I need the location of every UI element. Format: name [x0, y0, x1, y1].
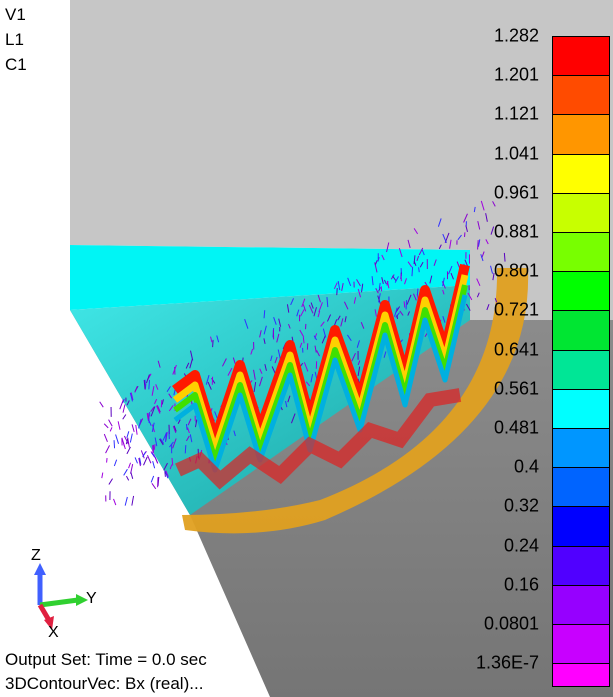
load-label: L1	[5, 30, 24, 49]
vector-arrow	[119, 399, 124, 410]
vector-arrow	[184, 445, 187, 454]
triad-z-label: Z	[31, 547, 41, 564]
output-set-status: Output Set: Time = 0.0 sec	[5, 650, 207, 669]
vector-arrow	[263, 310, 266, 319]
legend-label: 1.36E-7	[475, 652, 539, 673]
legend-label: 0.641	[493, 339, 539, 360]
vector-arrow	[134, 457, 138, 464]
axis-triad	[34, 563, 88, 630]
legend-swatch	[552, 310, 610, 351]
vector-arrow	[403, 301, 406, 308]
legend-label: 0.721	[493, 299, 539, 320]
vector-arrow	[122, 404, 126, 413]
vector-arrow	[148, 379, 150, 390]
vector-arrow	[416, 288, 419, 296]
vector-arrow	[128, 462, 132, 469]
legend-swatch	[552, 114, 610, 155]
legend-swatch	[552, 467, 610, 508]
vector-arrow	[108, 478, 113, 485]
legend-swatch	[552, 584, 610, 625]
vector-arrow	[101, 472, 104, 479]
legend-label: 0.961	[493, 182, 539, 203]
vector-arrow	[164, 471, 166, 477]
vector-arrow	[115, 434, 120, 444]
vector-arrow	[126, 431, 130, 438]
vector-arrow	[151, 483, 157, 490]
legend-label: 1.201	[493, 64, 539, 85]
vector-arrow	[152, 460, 156, 469]
vector-arrow	[171, 457, 174, 466]
vector-arrow	[124, 496, 128, 506]
vector-arrow	[150, 475, 155, 483]
vector-arrow	[123, 468, 128, 476]
legend-swatch	[552, 545, 610, 586]
legend-swatch	[552, 428, 610, 469]
legend-label: 1.041	[493, 143, 539, 164]
vector-arrow	[153, 444, 156, 450]
vector-arrow	[108, 419, 113, 427]
legend-swatch	[552, 663, 610, 688]
contour-legend: 1.282 1.201 1.121 1.041 0.961 0.881 0.801 0.721…	[470, 26, 613, 688]
legend-label: 0.16	[503, 574, 539, 595]
legend-swatch	[552, 624, 610, 665]
legend-swatch	[552, 232, 610, 273]
vector-arrow	[103, 433, 108, 442]
legend-label: 1.121	[493, 103, 539, 124]
legend-label: 0.0801	[483, 613, 539, 634]
legend-swatch	[552, 271, 610, 312]
legend-label: 0.4	[513, 456, 539, 477]
legend-label: 0.561	[493, 378, 539, 399]
vector-arrow	[130, 471, 134, 479]
legend-label: 1.282	[493, 25, 539, 46]
vector-arrow	[122, 414, 127, 420]
vector-arrow	[113, 459, 118, 467]
vector-arrow	[131, 424, 135, 433]
vector-arrow	[131, 495, 135, 506]
vector-arrow	[99, 401, 104, 408]
legend-label: 0.24	[503, 535, 539, 556]
vector-arrow	[109, 427, 113, 432]
vector-arrow	[122, 442, 126, 450]
legend-swatch	[552, 349, 610, 390]
vector-arrow	[212, 339, 214, 348]
legend-label: 0.32	[503, 495, 539, 516]
legend-swatch	[552, 192, 610, 233]
legend-label: 0.481	[493, 417, 539, 438]
vector-arrow	[113, 498, 117, 506]
view-label: V1	[5, 5, 26, 24]
legend-swatch	[552, 153, 610, 194]
vector-arrow	[418, 267, 420, 273]
legend-label: 0.881	[493, 221, 539, 242]
vector-arrow	[126, 475, 130, 481]
legend-label: 0.801	[493, 260, 539, 281]
legend-swatch	[552, 75, 610, 116]
vector-arrow	[105, 445, 110, 454]
triad-y-label: Y	[86, 590, 97, 607]
legend-swatch	[552, 506, 610, 547]
vector-arrow	[135, 424, 138, 435]
vector-arrow	[126, 446, 131, 455]
triad-x-label: X	[48, 624, 59, 641]
contour-status: 3DContourVec: Bx (real)...	[5, 674, 204, 693]
vector-arrow	[103, 423, 109, 429]
vector-arrow	[396, 314, 398, 319]
vector-arrow	[117, 421, 121, 430]
vector-arrow	[146, 455, 152, 464]
vector-arrow	[129, 433, 133, 443]
constraint-label: C1	[5, 55, 27, 74]
vector-arrow	[411, 266, 414, 277]
legend-swatch	[552, 36, 610, 77]
legend-swatch	[552, 388, 610, 429]
